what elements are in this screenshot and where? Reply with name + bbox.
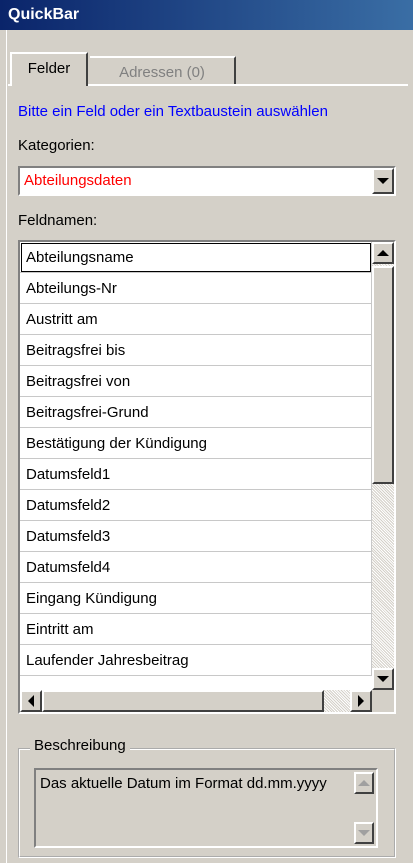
- tab-adressen[interactable]: Adressen (0): [90, 56, 236, 86]
- vertical-scrollbar[interactable]: [372, 242, 394, 690]
- list-item[interactable]: Abteilungsname: [20, 242, 372, 273]
- list-item[interactable]: Eingang Kündigung: [20, 583, 372, 614]
- scroll-right-button[interactable]: [350, 690, 372, 712]
- kategorien-label: Kategorien:: [18, 137, 95, 154]
- window-title: QuickBar: [0, 0, 413, 30]
- horizontal-scroll-thumb[interactable]: [42, 690, 324, 712]
- list-item[interactable]: Beitragsfrei bis: [20, 335, 372, 366]
- desc-scroll-up-button[interactable]: [354, 772, 374, 794]
- feldnamen-rows: Abteilungsname Abteilungs-Nr Austritt am Be…: [20, 242, 372, 690]
- dropdown-arrow-icon: [377, 178, 389, 184]
- scroll-left-icon: [28, 695, 34, 707]
- scroll-up-icon: [377, 250, 389, 256]
- list-item[interactable]: Bestätigung der Kündigung: [20, 428, 372, 459]
- list-item[interactable]: Datumsfeld4: [20, 552, 372, 583]
- vertical-scroll-thumb[interactable]: [372, 266, 394, 484]
- kategorien-selected-value: Abteilungsdaten: [24, 172, 132, 189]
- list-item[interactable]: Austritt am: [20, 304, 372, 335]
- list-item[interactable]: Eintritt am: [20, 614, 372, 645]
- scrollbar-corner: [372, 690, 394, 712]
- scroll-up-icon: [358, 780, 370, 786]
- tab-felder[interactable]: Felder: [10, 52, 88, 86]
- scroll-up-button[interactable]: [372, 242, 394, 264]
- list-item[interactable]: Datumsfeld3: [20, 521, 372, 552]
- instruction-text: Bitte ein Feld oder ein Textbaustein aus…: [18, 103, 328, 120]
- scroll-right-icon: [358, 695, 364, 707]
- horizontal-scrollbar[interactable]: [20, 690, 372, 712]
- feldnamen-listbox[interactable]: Abteilungsname Abteilungs-Nr Austritt am Be…: [18, 240, 396, 714]
- beschreibung-text: Das aktuelle Datum im Format dd.mm.yyyy: [40, 775, 327, 792]
- list-item[interactable]: Beitragsfrei-Grund: [20, 397, 372, 428]
- scroll-down-icon: [377, 676, 389, 682]
- beschreibung-label: Beschreibung: [30, 737, 130, 754]
- scroll-down-button[interactable]: [372, 668, 394, 690]
- list-item[interactable]: Laufender Jahresbeitrag: [20, 645, 372, 676]
- desc-scroll-down-button[interactable]: [354, 822, 374, 844]
- kategorien-combobox[interactable]: Abteilungsdaten: [18, 166, 396, 196]
- scroll-down-icon: [358, 830, 370, 836]
- scroll-left-button[interactable]: [20, 690, 42, 712]
- list-item[interactable]: Beitragsfrei von: [20, 366, 372, 397]
- list-item[interactable]: Datumsfeld1: [20, 459, 372, 490]
- beschreibung-textarea[interactable]: Das aktuelle Datum im Format dd.mm.yyyy: [34, 768, 378, 848]
- kategorien-dropdown-button[interactable]: [372, 168, 394, 194]
- list-item[interactable]: Datumsfeld2: [20, 490, 372, 521]
- feldnamen-label: Feldnamen:: [18, 212, 98, 229]
- list-item[interactable]: Abteilungs-Nr: [20, 273, 372, 304]
